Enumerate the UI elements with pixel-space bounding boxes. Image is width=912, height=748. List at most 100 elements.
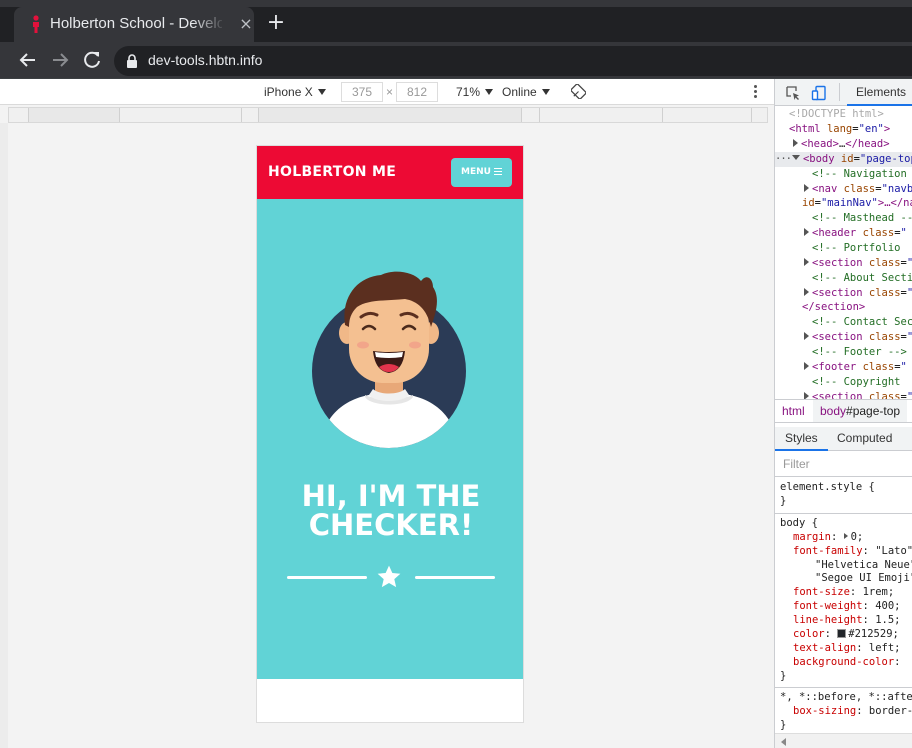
dom-node-comment[interactable]: <!-- About Section (775, 271, 912, 286)
dom-node-section[interactable]: <section class=" (775, 286, 912, 301)
device-toggle-icon[interactable] (811, 85, 827, 101)
comment-masthead: <!-- Masthead --> (812, 212, 912, 224)
lock-icon (127, 54, 137, 68)
plus-icon[interactable]: + (264, 12, 288, 36)
styles-filter-input[interactable]: Filter (775, 452, 912, 477)
more-actions-dots[interactable]: ··· (775, 153, 792, 165)
decl-background-color[interactable]: background-color: (793, 656, 900, 670)
dom-node-nav-continued[interactable]: id="mainNav">…</nav> (775, 196, 912, 211)
zoom-select[interactable]: 71% (456, 85, 494, 99)
collapse-arrow-icon[interactable] (791, 155, 800, 160)
expand-arrow-icon[interactable] (804, 362, 809, 370)
head-close-tag: </head> (845, 138, 890, 150)
html-lang-attr: lang (826, 123, 853, 135)
width-input[interactable]: 375 (341, 82, 383, 102)
rule-element-style[interactable]: element.style { (780, 481, 875, 495)
rule-close-brace: } (780, 670, 787, 682)
media-query-ruler[interactable] (8, 107, 768, 123)
expand-arrow-icon[interactable] (804, 332, 809, 340)
chevron-down-icon (317, 89, 326, 95)
decl-font-size[interactable]: font-size: 1rem; (793, 586, 894, 600)
section-class-attr: class (868, 257, 901, 269)
decl-line-height[interactable]: line-height: 1.5; (793, 614, 901, 628)
rule-separator (775, 687, 912, 688)
tab-elements[interactable]: Elements (847, 79, 912, 106)
breadcrumb: html body#page-top (775, 399, 912, 423)
expand-arrow-icon[interactable] (804, 228, 809, 236)
section-class-attr: class (868, 391, 901, 399)
dom-node-section[interactable]: <section class=" (775, 390, 912, 399)
body-selector: body (780, 517, 806, 529)
site-brand-link[interactable]: HOLBERTON ME (268, 164, 396, 180)
expand-arrow-icon[interactable] (804, 392, 809, 399)
forward-arrow-icon[interactable] (48, 48, 72, 72)
color-swatch[interactable] (837, 629, 847, 638)
divider-line-right (415, 576, 495, 579)
dom-node-comment[interactable]: <!-- Copyright (775, 375, 912, 390)
inspect-icon[interactable] (785, 85, 801, 101)
address-bar[interactable]: dev-tools.hbtn.info (114, 46, 912, 76)
decl-text-align[interactable]: text-align: left; (793, 642, 900, 656)
expand-arrow-icon[interactable] (804, 184, 809, 192)
menu-label: MENU (461, 167, 491, 177)
expand-arrow-icon[interactable] (804, 288, 809, 296)
decl-font-weight[interactable]: font-weight: 400; (793, 600, 901, 614)
header-class-attr: class (862, 227, 895, 239)
ruler-tick (258, 108, 259, 122)
emulated-device-frame: HOLBERTON ME MENU HI, I'M THE CHECKER! (256, 145, 524, 723)
dom-node-body[interactable]: ···<body id="page-top" (775, 152, 912, 167)
ruler-tick (521, 108, 522, 122)
prop-name: line-height (793, 614, 863, 626)
prop-name: font-family (793, 545, 863, 557)
dom-node-section-close[interactable]: </section> (775, 300, 912, 315)
rule-universal-selector[interactable]: *, *::before, *::after (780, 691, 912, 705)
dom-node-doctype[interactable]: <!DOCTYPE html> (775, 107, 912, 122)
decl-box-sizing[interactable]: box-sizing: border-box; (793, 705, 912, 719)
decl-margin[interactable]: margin: 0; (793, 531, 863, 545)
breadcrumb-body[interactable]: body#page-top (813, 400, 908, 422)
close-icon[interactable]: × (238, 16, 254, 32)
footer-tag: <footer (812, 361, 857, 373)
dom-node-section[interactable]: <section class=" (775, 330, 912, 345)
browser-tab[interactable]: Holberton School - Developer Tools × (14, 7, 254, 42)
divider-line-left (287, 576, 367, 579)
breadcrumb-html[interactable]: html (775, 400, 812, 422)
decl-font-family[interactable]: font-family: "Lato", (793, 545, 912, 559)
dom-node-header[interactable]: <header class=" (775, 226, 912, 241)
more-vert-icon[interactable] (752, 84, 758, 100)
expand-triangle-icon[interactable] (843, 533, 848, 539)
device-select[interactable]: iPhone X (264, 85, 326, 99)
decl-color[interactable]: color: #212529; (793, 628, 899, 642)
ruler-tick (751, 108, 752, 122)
horizontal-scrollbar[interactable] (775, 733, 912, 748)
tab-computed[interactable]: Computed (837, 427, 892, 451)
dom-node-footer[interactable]: <footer class=" (775, 360, 912, 375)
red-figure-favicon (33, 15, 39, 33)
dom-node-html[interactable]: <html lang="en"> (775, 122, 912, 137)
rule-body-selector[interactable]: body { (780, 517, 818, 531)
dom-node-comment[interactable]: <!-- Contact Section (775, 315, 912, 330)
masthead: HI, I'M THE CHECKER! (257, 199, 523, 679)
section-class-value: " (907, 331, 912, 343)
dom-node-section[interactable]: <section class=" (775, 256, 912, 271)
dom-node-comment[interactable]: <!-- Masthead --> (775, 211, 912, 226)
dom-node-comment[interactable]: <!-- Navigation --> (775, 167, 912, 182)
reload-icon[interactable] (80, 48, 104, 72)
expand-arrow-icon[interactable] (804, 258, 809, 266)
html-lang-value: "en" (858, 123, 884, 135)
prop-value: "Lato", (875, 545, 912, 557)
dom-node-comment[interactable]: <!-- Portfolio (775, 241, 912, 256)
menu-button[interactable]: MENU (451, 158, 512, 187)
height-input[interactable]: 812 (396, 82, 438, 102)
open-brace: { (811, 517, 818, 529)
back-arrow-icon[interactable] (16, 48, 40, 72)
dom-node-head[interactable]: <head>…</head> (775, 137, 912, 152)
rotate-icon[interactable] (571, 84, 586, 99)
dom-node-comment[interactable]: <!-- Footer --> (775, 345, 912, 360)
network-throttle-select[interactable]: Online (502, 85, 550, 99)
dom-node-nav[interactable]: <nav class="navbar" (775, 182, 912, 197)
expand-arrow-icon[interactable] (793, 139, 798, 147)
comment-copyright: <!-- Copyright (812, 376, 901, 388)
tab-styles[interactable]: Styles (775, 427, 828, 451)
scroll-left-arrow-icon[interactable] (781, 738, 786, 746)
